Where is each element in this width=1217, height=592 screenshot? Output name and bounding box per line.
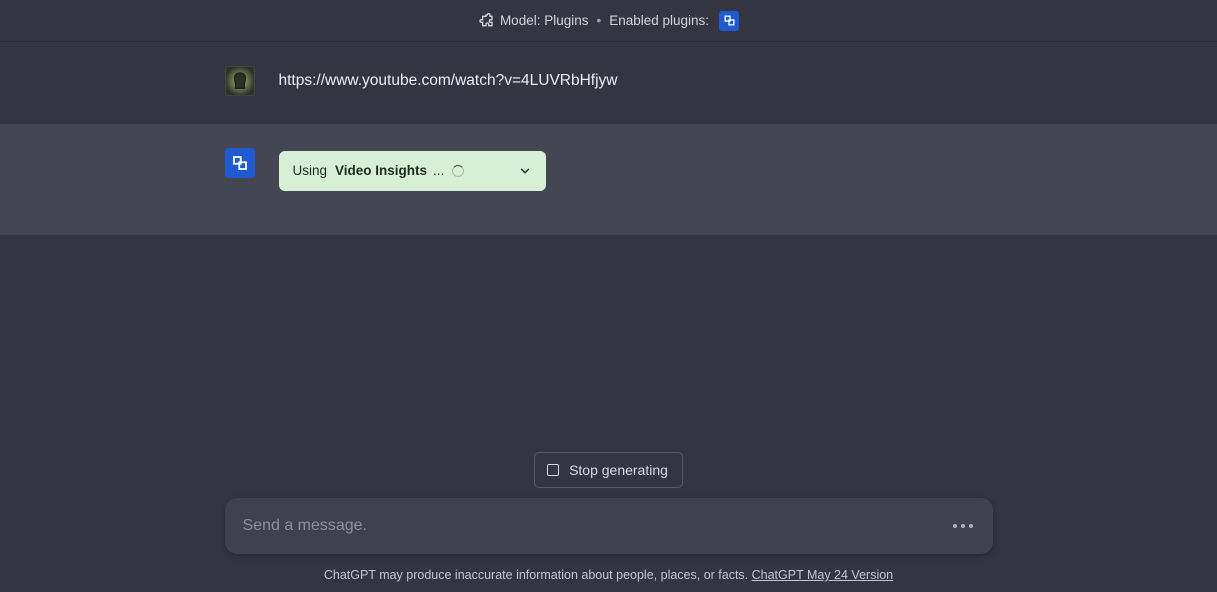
plugin-icon-chip[interactable] — [719, 11, 739, 31]
user-message-row: https://www.youtube.com/watch?v=4LUVRbHf… — [0, 42, 1217, 124]
send-loading-icon[interactable] — [951, 518, 975, 534]
loading-spinner-icon — [452, 165, 464, 177]
footer-disclaimer: ChatGPT may produce inaccurate informati… — [324, 568, 893, 582]
top-bar: Model: Plugins • Enabled plugins: — [0, 0, 1217, 42]
bottom-area: Stop generating ChatGPT may produce inac… — [0, 452, 1217, 592]
disclaimer-text: ChatGPT may produce inaccurate informati… — [324, 568, 752, 582]
stop-generating-button[interactable]: Stop generating — [534, 452, 683, 488]
message-input[interactable] — [243, 498, 951, 554]
chevron-down-icon — [518, 164, 532, 178]
assistant-avatar — [225, 148, 255, 178]
user-avatar — [225, 66, 255, 96]
plugin-status-toggle[interactable]: Using Video Insights... — [279, 151, 547, 191]
version-link[interactable]: ChatGPT May 24 Version — [752, 568, 894, 582]
stop-icon — [547, 464, 559, 476]
separator-dot: • — [597, 13, 602, 28]
plugin-status-name: Video Insights — [335, 161, 427, 181]
model-label: Model: Plugins — [500, 13, 589, 28]
user-message-text: https://www.youtube.com/watch?v=4LUVRbHf… — [279, 66, 993, 96]
assistant-message-row: Using Video Insights... — [0, 124, 1217, 235]
plugin-status-suffix: ... — [433, 161, 444, 181]
enabled-plugins-label: Enabled plugins: — [609, 13, 709, 28]
plugin-status-prefix: Using — [293, 161, 328, 181]
puzzle-icon — [478, 13, 494, 29]
message-composer — [225, 498, 993, 554]
stop-generating-label: Stop generating — [569, 462, 668, 478]
